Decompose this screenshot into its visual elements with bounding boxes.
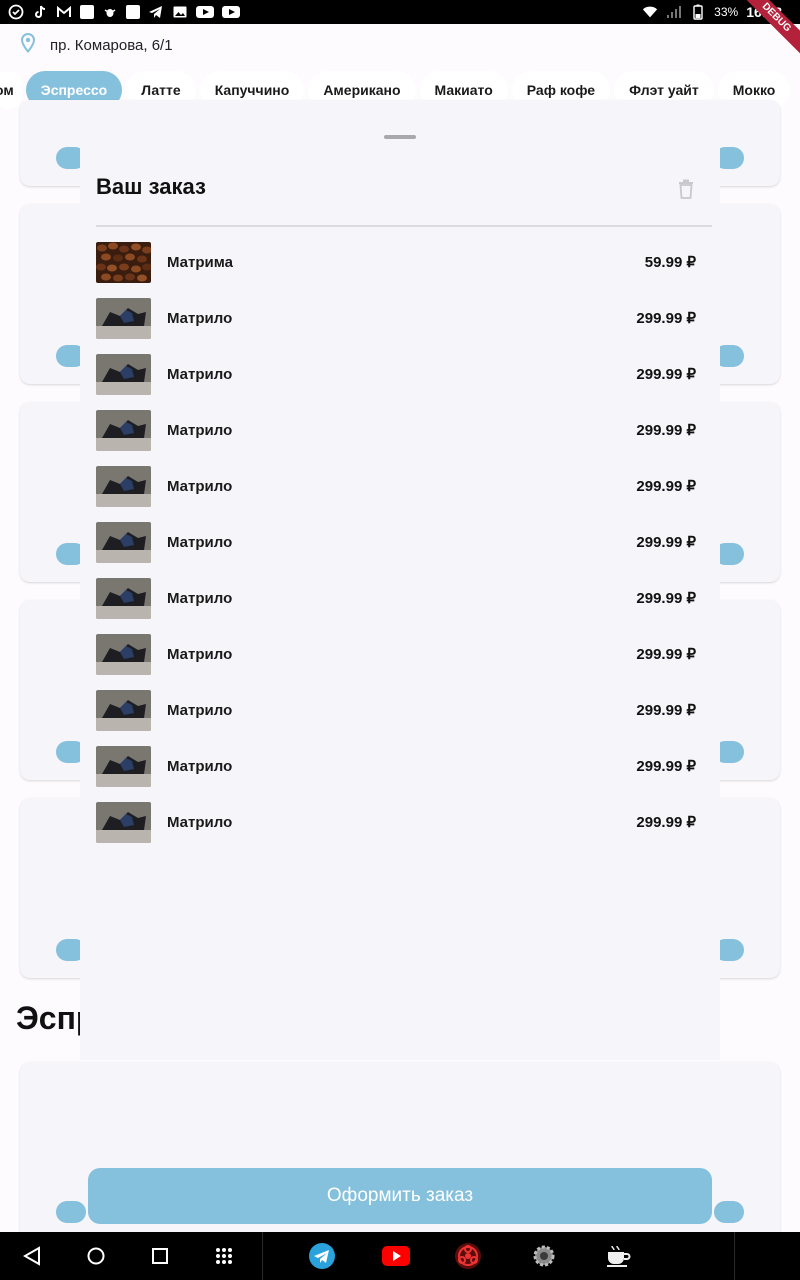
location-pin-icon xyxy=(20,32,36,58)
order-item[interactable]: Матрило 299.99 ₽ xyxy=(80,682,720,738)
item-price: 299.99 ₽ xyxy=(636,310,696,327)
signal-icon xyxy=(666,4,682,20)
item-name: Матрило xyxy=(167,645,233,663)
biohazard-game-icon[interactable] xyxy=(454,1242,482,1270)
dark-photo-image xyxy=(96,577,151,619)
image-icon xyxy=(172,4,188,20)
recents-icon[interactable] xyxy=(148,1244,172,1268)
item-price: 299.99 ₽ xyxy=(636,366,696,383)
item-name: Матрима xyxy=(167,253,233,271)
order-list: Матрима 59.99 ₽ Матрило 299.99 ₽ Матрило… xyxy=(80,234,720,850)
item-price: 299.99 ₽ xyxy=(636,702,696,719)
add-to-cart-button[interactable] xyxy=(56,1201,86,1223)
navigation-bar xyxy=(0,1232,800,1280)
item-name: Матрило xyxy=(167,589,233,607)
item-price: 299.99 ₽ xyxy=(636,478,696,495)
item-name: Матрило xyxy=(167,309,233,327)
dark-photo-image xyxy=(96,801,151,843)
home-icon[interactable] xyxy=(84,1244,108,1268)
item-price: 299.99 ₽ xyxy=(636,646,696,663)
dark-photo-image xyxy=(96,745,151,787)
coffee-beans-image xyxy=(96,241,151,283)
youtube-icon xyxy=(222,6,240,18)
item-name: Матрило xyxy=(167,365,233,383)
item-price: 299.99 ₽ xyxy=(636,422,696,439)
order-item[interactable]: Матрило 299.99 ₽ xyxy=(80,346,720,402)
item-price: 299.99 ₽ xyxy=(636,534,696,551)
wifi-icon xyxy=(642,4,658,20)
order-item[interactable]: Матрило 299.99 ₽ xyxy=(80,570,720,626)
dark-photo-image xyxy=(96,521,151,563)
item-name: Матрило xyxy=(167,813,233,831)
settings-icon[interactable] xyxy=(530,1242,558,1270)
check-circle-icon xyxy=(8,4,24,20)
notification-icons xyxy=(8,4,240,20)
order-title: Ваш заказ xyxy=(96,174,206,199)
order-item[interactable]: Матрило 299.99 ₽ xyxy=(80,402,720,458)
order-item[interactable]: Матрило 299.99 ₽ xyxy=(80,458,720,514)
dark-photo-image xyxy=(96,409,151,451)
app-drawer-icon[interactable] xyxy=(212,1244,236,1268)
item-price: 299.99 ₽ xyxy=(636,590,696,607)
item-name: Матрило xyxy=(167,533,233,551)
telegram-icon xyxy=(148,4,164,20)
item-name: Матрило xyxy=(167,701,233,719)
order-item[interactable]: Матрило 299.99 ₽ xyxy=(80,794,720,850)
order-item[interactable]: Матрило 299.99 ₽ xyxy=(80,626,720,682)
item-price: 299.99 ₽ xyxy=(636,814,696,831)
item-name: Матрило xyxy=(167,421,233,439)
item-price: 59.99 ₽ xyxy=(644,254,696,271)
dark-photo-image xyxy=(96,633,151,675)
category-tab[interactable]: ом xyxy=(0,71,22,109)
youtube-icon xyxy=(196,6,214,18)
dark-photo-image xyxy=(96,297,151,339)
dark-photo-image xyxy=(96,465,151,507)
back-icon[interactable] xyxy=(20,1244,44,1268)
bug-icon xyxy=(102,4,118,20)
app-notification-icon xyxy=(126,5,140,19)
add-to-cart-button[interactable] xyxy=(714,1201,744,1223)
status-bar: 33% 16:08 DEBUG xyxy=(0,0,800,58)
divider xyxy=(734,1232,735,1280)
app-notification-icon xyxy=(80,5,94,19)
item-price: 299.99 ₽ xyxy=(636,758,696,775)
item-name: Матрило xyxy=(167,757,233,775)
dark-photo-image xyxy=(96,689,151,731)
order-item[interactable]: Матрило 299.99 ₽ xyxy=(80,738,720,794)
tiktok-icon xyxy=(32,4,48,20)
address-bar[interactable]: пр. Комарова, 6/1 xyxy=(0,24,800,66)
order-item[interactable]: Матрило 299.99 ₽ xyxy=(80,290,720,346)
battery-percent: 33% xyxy=(714,5,739,19)
order-item[interactable]: Матрима 59.99 ₽ xyxy=(80,234,720,290)
drag-handle[interactable] xyxy=(384,135,416,139)
address-text: пр. Комарова, 6/1 xyxy=(50,36,173,54)
battery-icon xyxy=(690,4,706,20)
item-name: Матрило xyxy=(167,477,233,495)
coffee-app-icon[interactable] xyxy=(604,1242,632,1270)
telegram-icon[interactable] xyxy=(308,1242,336,1270)
order-bottom-sheet: Ваш заказ Матрима 59.99 ₽ Матрило 299.99… xyxy=(80,114,720,1060)
youtube-icon[interactable] xyxy=(382,1242,410,1270)
divider xyxy=(262,1232,263,1280)
gmail-icon xyxy=(56,4,72,20)
divider xyxy=(96,225,712,227)
checkout-button[interactable]: Оформить заказ xyxy=(88,1168,712,1224)
dark-photo-image xyxy=(96,353,151,395)
order-item[interactable]: Матрило 299.99 ₽ xyxy=(80,514,720,570)
